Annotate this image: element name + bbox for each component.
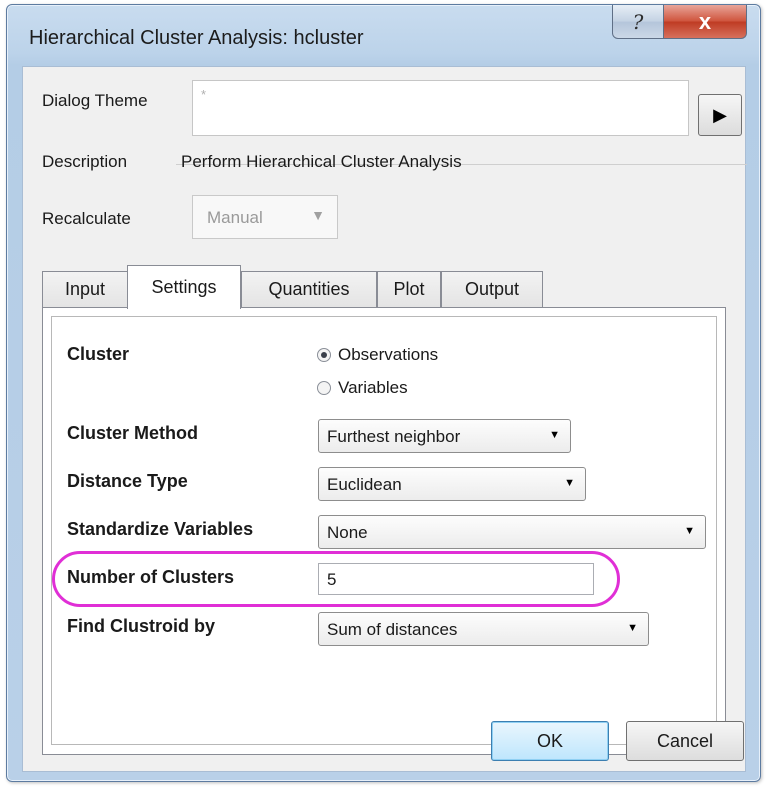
number-of-clusters-label: Number of Clusters — [67, 567, 235, 587]
tab-output-label: Output — [464, 279, 520, 299]
tab-input[interactable]: Input — [42, 271, 128, 307]
tab-input-label: Input — [64, 279, 106, 299]
dialog-body: Dialog Theme * ▶ Description Perform Hie… — [22, 66, 747, 772]
number-of-clusters-value: 5 — [327, 570, 337, 589]
tab-settings[interactable]: Settings — [127, 265, 241, 309]
tab-plot[interactable]: Plot — [377, 271, 441, 307]
tab-quantities-label: Quantities — [268, 279, 350, 299]
ok-button-label: OK — [536, 730, 563, 751]
tab-quantities[interactable]: Quantities — [241, 271, 377, 307]
standardize-variables-select[interactable]: None ▼ — [318, 515, 706, 549]
tab-output[interactable]: Output — [441, 271, 543, 307]
recalculate-label: Recalculate — [42, 209, 131, 228]
chevron-down-icon: ▼ — [627, 622, 638, 634]
description-label: Description — [42, 152, 128, 171]
standardize-variables-label: Standardize Variables — [67, 519, 254, 539]
window-title: Hierarchical Cluster Analysis: hcluster — [29, 27, 364, 49]
description-text: Perform Hierarchical Cluster Analysis — [181, 152, 462, 171]
radio-variables-label: Variables — [338, 378, 408, 397]
recalculate-value: Manual — [207, 208, 263, 227]
cluster-method-select[interactable]: Furthest neighbor ▼ — [318, 419, 571, 453]
chevron-down-icon: ▼ — [549, 429, 560, 441]
tab-settings-label: Settings — [151, 277, 217, 297]
chevron-down-icon: ▼ — [684, 525, 695, 537]
cluster-label: Cluster — [67, 344, 130, 364]
dialog-theme-value: * — [201, 87, 207, 102]
play-arrow-icon: ▶ — [713, 104, 727, 125]
find-clustroid-value: Sum of distances — [327, 620, 458, 639]
settings-group: Cluster Observations Variables Cluster M… — [51, 316, 717, 745]
number-of-clusters-input[interactable]: 5 — [318, 563, 594, 595]
close-button[interactable]: x — [663, 5, 747, 39]
theme-menu-button[interactable]: ▶ — [698, 94, 742, 136]
chevron-down-icon: ▼ — [564, 477, 575, 489]
title-bar[interactable]: Hierarchical Cluster Analysis: hcluster … — [7, 5, 760, 65]
dialog-theme-label: Dialog Theme — [42, 91, 148, 110]
radio-selected-icon — [317, 348, 331, 362]
settings-tab-panel: Cluster Observations Variables Cluster M… — [42, 307, 726, 755]
radio-variables[interactable]: Variables — [317, 378, 408, 398]
distance-type-select[interactable]: Euclidean ▼ — [318, 467, 586, 501]
standardize-variables-value: None — [327, 523, 368, 542]
cancel-button[interactable]: Cancel — [626, 721, 744, 761]
ok-button[interactable]: OK — [491, 721, 609, 761]
distance-type-label: Distance Type — [67, 471, 188, 491]
find-clustroid-label: Find Clustroid by — [67, 616, 215, 636]
cluster-method-label: Cluster Method — [67, 423, 199, 443]
cluster-method-value: Furthest neighbor — [327, 427, 461, 446]
help-button[interactable]: ? — [612, 5, 664, 39]
radio-unselected-icon — [317, 381, 331, 395]
radio-observations-label: Observations — [338, 345, 439, 364]
tab-plot-label: Plot — [393, 279, 425, 299]
recalculate-select[interactable]: Manual ▼ — [192, 195, 338, 239]
chevron-down-icon: ▼ — [311, 207, 325, 223]
close-icon: x — [698, 8, 712, 34]
find-clustroid-select[interactable]: Sum of distances ▼ — [318, 612, 649, 646]
dialog-window: Hierarchical Cluster Analysis: hcluster … — [6, 4, 761, 782]
cancel-button-label: Cancel — [656, 730, 714, 751]
dialog-theme-input[interactable]: * — [192, 80, 689, 136]
help-icon: ? — [632, 9, 644, 34]
distance-type-value: Euclidean — [327, 475, 402, 494]
radio-observations[interactable]: Observations — [317, 345, 438, 365]
